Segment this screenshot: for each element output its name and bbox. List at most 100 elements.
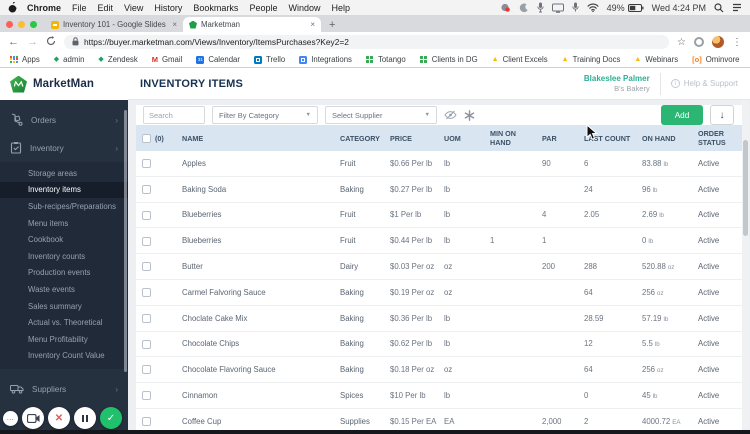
row-checkbox[interactable] (142, 339, 151, 349)
recorder-pause-button[interactable] (74, 407, 96, 429)
spotlight-search-icon[interactable] (714, 2, 724, 13)
bookmark-ominvore[interactable]: [o] Ominvore (692, 55, 739, 64)
select-all-checkbox[interactable] (142, 133, 151, 143)
bookmark-clients-in-dg[interactable]: Clients in DG (420, 55, 478, 64)
sidebar-item-storage-areas[interactable]: Storage areas (0, 165, 128, 182)
apple-menu-icon[interactable] (8, 2, 17, 13)
sidebar-item-inventory-counts[interactable]: Inventory counts (0, 248, 128, 265)
sidebar-item-actual-vs-theoretical[interactable]: Actual vs. Theoretical (0, 314, 128, 331)
table-row[interactable]: Blueberries Fruit $0.44 Per lb lb 1 1 0 lb Activ… (136, 228, 742, 255)
wifi-icon[interactable] (587, 3, 599, 12)
hide-items-eye-icon[interactable] (444, 110, 457, 120)
tab-marketman[interactable]: Marketman × (183, 17, 321, 32)
row-checkbox[interactable] (142, 262, 151, 272)
sidebar-item-sales-summary[interactable]: Sales summary (0, 298, 128, 315)
bookmark-calendar[interactable]: 31 Calendar (196, 55, 240, 64)
recorder-cancel-button[interactable]: ✕ (48, 407, 70, 429)
back-button[interactable]: ← (8, 36, 19, 48)
table-row[interactable]: Carmel Falvoring Sauce Baking $0.19 Per oz… (136, 279, 742, 306)
help-support-button[interactable]: i Help & Support (670, 79, 738, 88)
row-checkbox[interactable] (142, 210, 151, 220)
row-checkbox[interactable] (142, 236, 151, 246)
browser-profile-avatar[interactable] (712, 36, 724, 48)
column-header-order-status[interactable]: ORDER STATUS (698, 129, 742, 147)
bookmark-admin[interactable]: ◆ admin (54, 55, 85, 64)
menu-file[interactable]: File (72, 3, 87, 13)
recording-status-icon[interactable] (500, 3, 511, 13)
row-checkbox[interactable] (142, 313, 151, 323)
recorder-finish-button[interactable]: ✓ (100, 407, 122, 429)
table-row[interactable]: Chocolate Flavoring Sauce Baking $0.18 Per… (136, 357, 742, 384)
column-header-uom[interactable]: UOM (444, 134, 490, 143)
sidebar-item-inventory-items[interactable]: Inventory items (0, 181, 128, 199)
supplier-filter-dropdown[interactable]: Select Supplier ▼ (325, 106, 437, 124)
tab-close-icon[interactable]: × (172, 20, 177, 29)
sidebar-item-menu-profitability[interactable]: Menu Profitability (0, 331, 128, 348)
category-filter-dropdown[interactable]: Filter By Category ▼ (212, 106, 318, 124)
table-row[interactable]: Apples Fruit $0.66 Per lb lb 90 6 83.88 lb Activ… (136, 151, 742, 177)
address-bar[interactable]: https://buyer.marketman.com/Views/Invent… (64, 35, 670, 49)
menu-edit[interactable]: Edit (98, 3, 114, 13)
sidebar-item-suppliers[interactable]: Suppliers › (0, 375, 128, 403)
zoom-window-button[interactable] (30, 20, 37, 28)
menu-bookmarks[interactable]: Bookmarks (193, 3, 238, 13)
marketman-logo[interactable]: MarketMan (0, 68, 128, 100)
bookmark-totango[interactable]: Totango (366, 55, 406, 64)
table-row[interactable]: Butter Dairy $0.03 Per oz oz 200 288 520.88 oz A… (136, 254, 742, 280)
new-tab-button[interactable]: + (329, 18, 335, 32)
display-mirroring-icon[interactable] (551, 3, 564, 13)
extension-icon[interactable] (694, 37, 704, 47)
menu-people[interactable]: People (249, 3, 277, 13)
row-checkbox[interactable] (142, 288, 151, 298)
battery-indicator[interactable]: 49% (607, 3, 644, 13)
menu-view[interactable]: View (124, 3, 143, 13)
column-header-last-count[interactable]: LAST COUNT (584, 134, 642, 143)
do-not-disturb-moon-icon[interactable] (519, 2, 529, 13)
sidebar-item-inventory-count-value[interactable]: Inventory Count Value (0, 348, 128, 365)
bookmark-zendesk[interactable]: ◆ Zendesk (98, 55, 137, 64)
recorder-camera-button[interactable] (22, 407, 44, 429)
bookmark-gmail[interactable]: M Gmail (152, 55, 183, 64)
bookmark-client-excels[interactable]: ▲ Client Excels (492, 55, 548, 64)
column-header-category[interactable]: CATEGORY (340, 134, 390, 143)
table-row[interactable]: Cinnamon Spices $10 Per lb lb 0 45 lb Active (136, 383, 742, 409)
menu-window[interactable]: Window (288, 3, 320, 13)
notification-center-icon[interactable] (732, 3, 742, 12)
sidebar-item-sub-recipes-preparations[interactable]: Sub-recipes/Preparations (0, 198, 128, 215)
sidebar-item-inventory[interactable]: Inventory › (0, 134, 128, 162)
sidebar-item-cookbook[interactable]: Cookbook (0, 231, 128, 248)
chrome-menu-icon[interactable]: ⋮ (732, 37, 742, 48)
bookmark-trello[interactable]: Trello (253, 55, 285, 64)
recorder-more-button[interactable]: ... (3, 410, 18, 426)
sidebar-item-orders[interactable]: Orders › (0, 106, 128, 134)
microphone-icon[interactable] (536, 2, 544, 13)
sidebar-item-production-events[interactable]: Production events (0, 265, 128, 282)
sidebar-item-waste-events[interactable]: Waste events (0, 281, 128, 298)
minimize-window-button[interactable] (18, 20, 25, 28)
forward-button[interactable]: → (27, 36, 38, 48)
column-header-par[interactable]: PAR (542, 134, 584, 143)
user-menu[interactable]: Blakeslee Palmer B's Bakery (584, 74, 650, 93)
row-checkbox[interactable] (142, 391, 151, 401)
reload-button[interactable] (46, 35, 56, 49)
menubar-clock[interactable]: Wed 4:24 PM (652, 3, 706, 13)
table-row[interactable]: Choclate Cake Mix Baking $0.36 Per lb lb 28.… (136, 305, 742, 332)
row-checkbox[interactable] (142, 159, 151, 169)
bookmark-training-docs[interactable]: ▲ Training Docs (562, 55, 621, 64)
page-scrollbar-thumb[interactable] (743, 140, 748, 236)
tab-close-icon[interactable]: × (310, 20, 315, 29)
column-header-on-hand[interactable]: ON HAND (642, 134, 698, 143)
active-app-name[interactable]: Chrome (27, 3, 61, 13)
bookmark-integrations[interactable]: Integrations (299, 55, 352, 64)
add-item-button[interactable]: Add (661, 105, 703, 125)
menu-history[interactable]: History (154, 3, 182, 13)
table-row[interactable]: Chocolate Chips Baking $0.62 Per lb lb 12 5.5… (136, 331, 742, 358)
column-header-min-on-hand[interactable]: MIN ON HAND (490, 129, 542, 147)
row-checkbox[interactable] (142, 184, 151, 194)
column-header-name[interactable]: NAME (182, 134, 340, 143)
bookmark-webinars[interactable]: ▲ Webinars (634, 55, 678, 64)
bookmark-apps[interactable]: Apps (10, 55, 40, 64)
table-row[interactable]: Baking Soda Baking $0.27 Per lb lb 24 96 lb Act… (136, 176, 742, 203)
bookmark-star-icon[interactable]: ☆ (677, 37, 686, 48)
download-button[interactable]: ↓ (710, 105, 734, 125)
